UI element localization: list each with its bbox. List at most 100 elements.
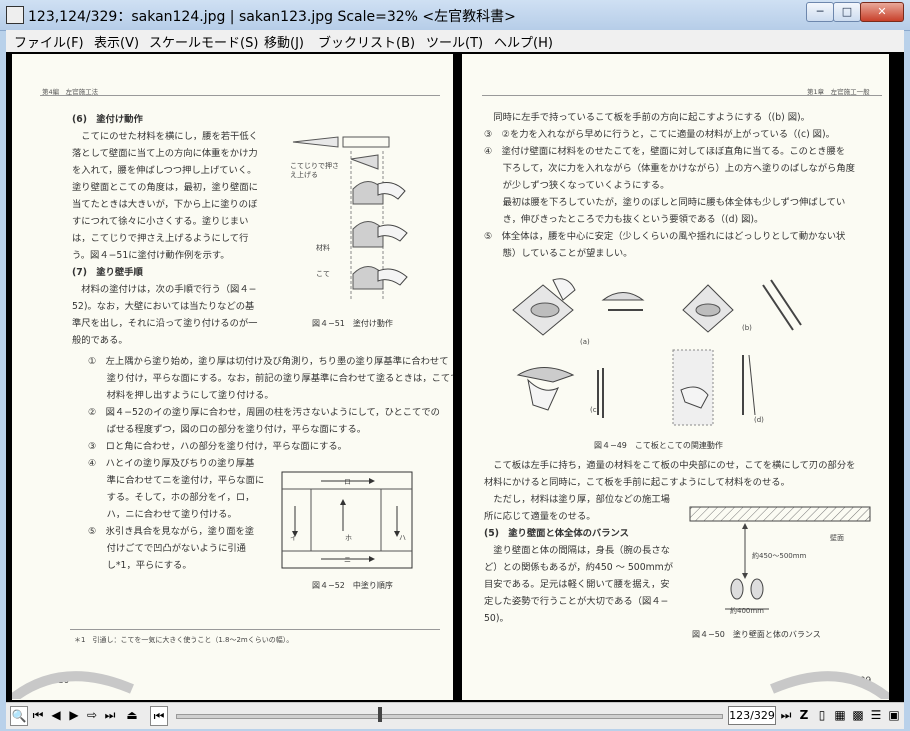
fig50-label-stance: 約400mm xyxy=(730,607,764,615)
menu-file[interactable]: ファイル(F) xyxy=(14,32,84,51)
section-heading: (7) 塗り壁手順 xyxy=(72,267,143,278)
page-indicator[interactable]: 123/329 xyxy=(728,706,776,725)
forward-icon[interactable]: ⇨ xyxy=(84,706,100,724)
header-rule xyxy=(482,95,882,96)
body-text: 般的である。 xyxy=(72,335,128,346)
body-text: 所に応じて適量をのせる。 xyxy=(484,511,596,522)
prev-page-icon[interactable]: ◀ xyxy=(48,706,64,724)
title-bar: 123,124/329：sakan124.jpg | sakan123.jpg … xyxy=(0,0,910,31)
menu-view[interactable]: 表示(V) xyxy=(94,32,139,51)
body-text: ど）との関係もあるが，約450 ～ 500mmが xyxy=(484,562,674,573)
body-text: 落として壁面に当て上の方向に体重をかけ力 xyxy=(72,148,258,159)
fig51-label: こて xyxy=(316,270,330,278)
maximize-button[interactable]: □ xyxy=(833,2,861,22)
fig52-label: ロ xyxy=(344,478,351,486)
body-text: 下ろして，次に力を入れながら（体重をかけながら）上の方へ塗りのばしながら角度 xyxy=(484,163,855,174)
fig52-label: ホ xyxy=(345,534,352,542)
body-text: 塗り壁面と体の間隔は，身長（腕の長さな xyxy=(484,545,670,556)
step-text: する。そして，ホの部分をイ，ロ， xyxy=(88,492,255,503)
figure-caption: 図４−52 中塗り順序 xyxy=(312,581,393,590)
body-text: 当てたときは大きいが，下から上に塗りのぼ xyxy=(72,199,258,210)
step-text: 付けごてで凹凸がないように引通 xyxy=(88,543,246,554)
body-text: 材料の塗付けは，次の手順で行う（図４− xyxy=(72,284,257,295)
page-corner-decoration xyxy=(770,671,889,699)
fullscreen-icon[interactable]: ▣ xyxy=(886,706,902,724)
body-text: 材料にかけると同時に，こて板を手前に起こすようにして材料をのせる。 xyxy=(484,477,790,488)
body-text: ④ 塗付け壁面に材料をのせたこてを，壁面に対してほぼ直角に当てる。このとき腰を xyxy=(484,146,846,157)
last-page-icon[interactable]: ⏭ xyxy=(102,706,118,724)
body-text: ただし，材料は塗り厚，部位などの施工場 xyxy=(484,494,670,505)
figure-caption: 図４−51 塗付け動作 xyxy=(312,319,393,328)
body-text: 塗り壁面とこての角度は，最初，塗り壁面に xyxy=(72,182,258,193)
menu-scale-mode[interactable]: スケールモード(S) xyxy=(149,32,258,51)
zoom-mode-icon[interactable]: Z xyxy=(796,706,812,724)
header-rule xyxy=(40,95,440,96)
menu-bar: ファイル(F) 表示(V) スケールモード(S) 移動(J) ブックリスト(B)… xyxy=(6,30,904,53)
fig52-label: ニ xyxy=(344,556,351,564)
fig52-label: ハ xyxy=(399,534,406,542)
body-text: 定した姿勢で行うことが大切である（図４− xyxy=(484,596,669,607)
body-text: き，伸びきったところで力も抜くという要領である（(d) 図)。 xyxy=(484,214,764,225)
step-text: し*1，平らにする。 xyxy=(88,560,192,571)
step-text: ⑤ 氷引き具合を見ながら，塗り面を塗 xyxy=(88,526,255,537)
body-text: こてにのせた材料を横にし，腰を若干低く xyxy=(72,131,258,142)
figure-caption: 図４−49 こて板とこての関連動作 xyxy=(594,441,723,450)
body-text: う。図４−51に塗付け動作例を示す。 xyxy=(72,250,230,261)
footnote-rule xyxy=(70,629,440,630)
body-text: が少しずつ狭くなっていくようにする。 xyxy=(484,180,670,191)
body-text: 同時に左手で持っているこて板を手前の方向に起こすようにする（(b) 図)。 xyxy=(484,112,810,123)
body-text: 目安である。足元は軽く開いて腰を据え，安 xyxy=(484,579,670,590)
body-text: すにつれて徐々に小さくする。塗りじまい xyxy=(72,216,249,227)
double-page-icon[interactable]: ▦ xyxy=(832,706,848,724)
step-text: ばせる程度ずつ，図のロの部分を塗り付け，平らな面にする。 xyxy=(88,424,367,435)
body-text: 最初は腰を下ろしていたが，塗りのぼしと同時に腰も体全体も少しずつ伸ばしてい xyxy=(484,197,846,208)
footnote: ＊1 引通し：こてを一気に大きく使うこと（1.8～2mくらいの幅）。 xyxy=(74,636,294,644)
body-text: こて板は左手に持ち，適量の材料をこて板の中央部にのせ，こてを横にして刃の部分を xyxy=(484,460,856,471)
left-page: 第4編 左官施工法 (6) 塗付け動作 こてにのせた材料を横にし，腰を若干低く … xyxy=(12,54,453,700)
window-title: 123,124/329：sakan124.jpg | sakan123.jpg … xyxy=(28,9,516,25)
body-text: 準尺を出し，それに沿って塗り付けるのが一 xyxy=(72,318,258,329)
step-text: ④ ハとイの塗り厚及びちりの塗り厚基 xyxy=(88,458,255,469)
slider-start-icon[interactable]: ⏮ xyxy=(150,706,168,726)
single-page-icon[interactable]: ▯ xyxy=(814,706,830,724)
menu-tools[interactable]: ツール(T) xyxy=(426,32,483,51)
fig49-label-a: (a) xyxy=(580,338,590,346)
right-page: 第1章 左官施工一般 同時に左手で持っているこて板を手前の方向に起こすようにする… xyxy=(462,54,889,700)
fig50-label-wall: 壁面 xyxy=(830,534,844,542)
step-text: ハ，ニに合わせて塗り付ける。 xyxy=(88,509,237,520)
page-corner-decoration xyxy=(12,671,134,699)
menu-booklist[interactable]: ブックリスト(B) xyxy=(318,32,415,51)
zoom-icon[interactable]: 🔍 xyxy=(10,706,28,726)
body-text: ③ ②を力を入れながら早めに行うと，こてに適量の材料が上がっている（(c) 図)… xyxy=(484,129,835,140)
fig49-label-d: (d) xyxy=(754,416,764,424)
thumbnail-icon[interactable]: ▩ xyxy=(850,706,866,724)
fig50-label-distance: 約450〜500mm xyxy=(752,552,807,560)
slider-thumb[interactable] xyxy=(378,707,382,722)
fig51-label: 材料 xyxy=(316,244,330,252)
step-text: 準に合わせてニを塗付け，平らな面に xyxy=(88,475,265,486)
menu-help[interactable]: ヘルプ(H) xyxy=(494,32,553,51)
step-text: 塗り付け，平らな面にする。なお，前記の塗り厚基準に合わせて塗るときは，こてで xyxy=(88,373,453,384)
body-text: を入れて，腰を伸ばしつつ押し上げていく。 xyxy=(72,165,257,176)
page-slider[interactable] xyxy=(176,714,723,719)
figure-4-51 xyxy=(292,136,408,299)
first-page-icon[interactable]: ⏮ xyxy=(30,706,46,724)
eject-icon[interactable]: ⏏ xyxy=(124,706,140,724)
body-text: 態）していることが望ましい。 xyxy=(484,248,633,259)
close-button[interactable]: ✕ xyxy=(860,2,904,22)
slider-end-icon[interactable]: ⏭ xyxy=(778,706,794,724)
fig51-label: こてじりで押さえ上げる xyxy=(290,162,339,179)
body-text: は，こてじりで押さえ上げるようにして行 xyxy=(72,233,249,244)
fig49-label-b: (b) xyxy=(742,324,752,332)
navigation-toolbar: 🔍 ⏮ ◀ ▶ ⇨ ⏭ ⏏ ⏮ 123/329 ⏭ Z ▯ ▦ ▩ ☰ ▣ xyxy=(6,702,904,729)
step-text: 材料を押し出すようにして塗り付ける。 xyxy=(88,390,274,401)
step-text: ① 左上隅から塗り始め，塗り厚は切付け及び角測り，ちり墨の塗り厚基準に合わせて xyxy=(88,356,449,367)
figure-caption: 図４−50 塗り壁面と体のバランス xyxy=(692,630,821,639)
next-page-icon[interactable]: ▶ xyxy=(66,706,82,724)
list-icon[interactable]: ☰ xyxy=(868,706,884,724)
body-text: ⑤ 体全体は，腰を中心に安定（少しくらいの風や揺れにはどっしりとして動かない状 xyxy=(484,231,846,242)
step-text: ③ ロと角に合わせ，ハの部分を塗り付け，平らな面にする。 xyxy=(88,441,347,452)
menu-move[interactable]: 移動(J) xyxy=(264,32,304,51)
fig52-label: イ xyxy=(290,534,297,542)
minimize-button[interactable]: ─ xyxy=(806,2,834,22)
